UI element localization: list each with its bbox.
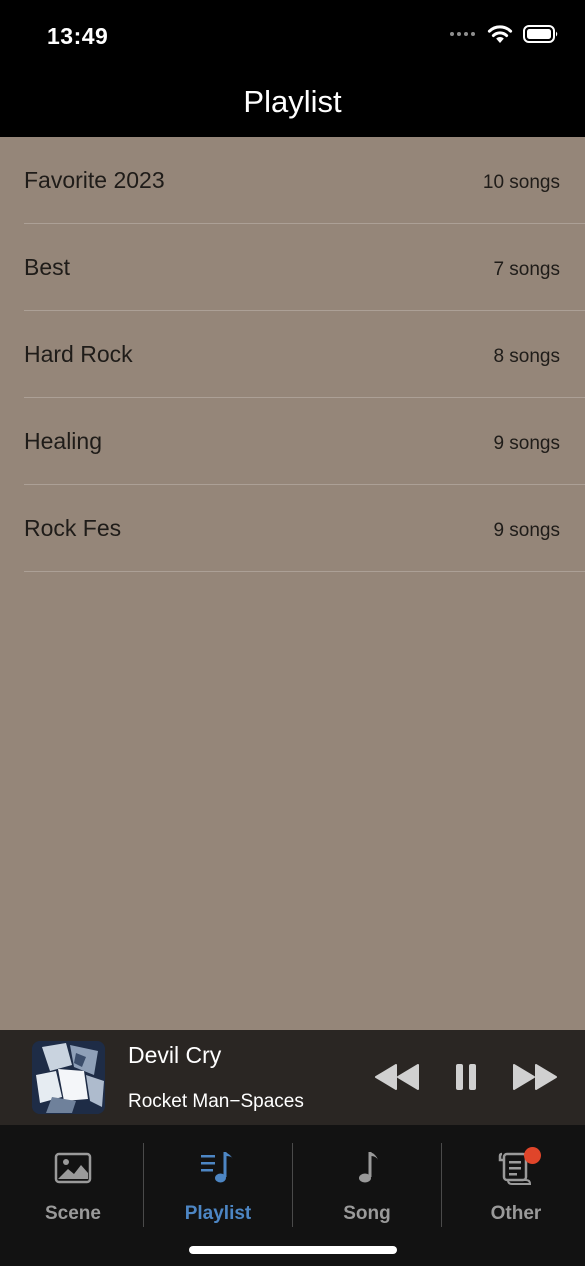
status-bar: 13:49 [0, 0, 585, 76]
playlist-list: Favorite 2023 10 songs Best 7 songs Hard… [0, 137, 585, 1030]
tab-label: Other [490, 1203, 542, 1224]
mini-player[interactable]: Devil Cry Rocket Man−Spaces [0, 1030, 585, 1125]
tab-song[interactable]: Song [294, 1125, 440, 1230]
rewind-button[interactable] [374, 1061, 420, 1093]
fast-forward-button[interactable] [512, 1061, 558, 1093]
tab-label: Song [343, 1203, 391, 1224]
tab-label: Scene [45, 1203, 101, 1224]
list-item[interactable]: Healing 9 songs [24, 398, 585, 485]
tab-playlist[interactable]: Playlist [145, 1125, 291, 1230]
playlist-name: Favorite 2023 [24, 167, 165, 193]
list-item[interactable]: Favorite 2023 10 songs [24, 137, 585, 224]
tab-other[interactable]: Other [443, 1125, 585, 1230]
track-artist: Rocket Man−Spaces [128, 1091, 304, 1112]
tab-divider [441, 1143, 442, 1227]
status-icons [450, 24, 559, 44]
list-item[interactable]: Rock Fes 9 songs [24, 485, 585, 572]
page-title: Playlist [243, 84, 342, 119]
battery-icon [523, 25, 558, 43]
pause-icon [456, 1064, 476, 1090]
list-item[interactable]: Best 7 songs [24, 224, 585, 311]
tab-bar: Scene Playlist Song Other [0, 1125, 585, 1266]
playlist-song-count: 9 songs [493, 520, 560, 541]
navigation-bar: Playlist [0, 76, 585, 137]
status-time: 13:49 [47, 23, 109, 49]
playlist-name: Healing [24, 428, 102, 454]
playlist-name: Best [24, 254, 71, 280]
image-icon [54, 1152, 92, 1184]
playlist-song-count: 10 songs [482, 172, 560, 193]
playlist-icon [201, 1152, 233, 1183]
notification-badge [524, 1147, 541, 1164]
playlist-name: Rock Fes [24, 515, 122, 541]
list-item[interactable]: Hard Rock 8 songs [24, 311, 585, 398]
wifi-icon [487, 25, 513, 43]
track-title: Devil Cry [128, 1042, 222, 1068]
tab-scene[interactable]: Scene [0, 1125, 146, 1230]
playlist-song-count: 7 songs [493, 259, 560, 280]
fast-forward-icon [513, 1064, 557, 1090]
pause-button[interactable] [455, 1061, 477, 1093]
tab-divider [143, 1143, 144, 1227]
playlist-song-count: 9 songs [493, 433, 560, 454]
cellular-signal-icon [450, 32, 475, 36]
rewind-icon [375, 1064, 419, 1090]
playlist-song-count: 8 songs [493, 346, 560, 367]
playlist-name: Hard Rock [24, 341, 133, 367]
home-indicator[interactable] [189, 1246, 397, 1254]
tab-label: Playlist [184, 1203, 252, 1224]
tab-divider [292, 1143, 293, 1227]
music-note-icon [359, 1152, 378, 1183]
album-artwork [32, 1041, 105, 1114]
